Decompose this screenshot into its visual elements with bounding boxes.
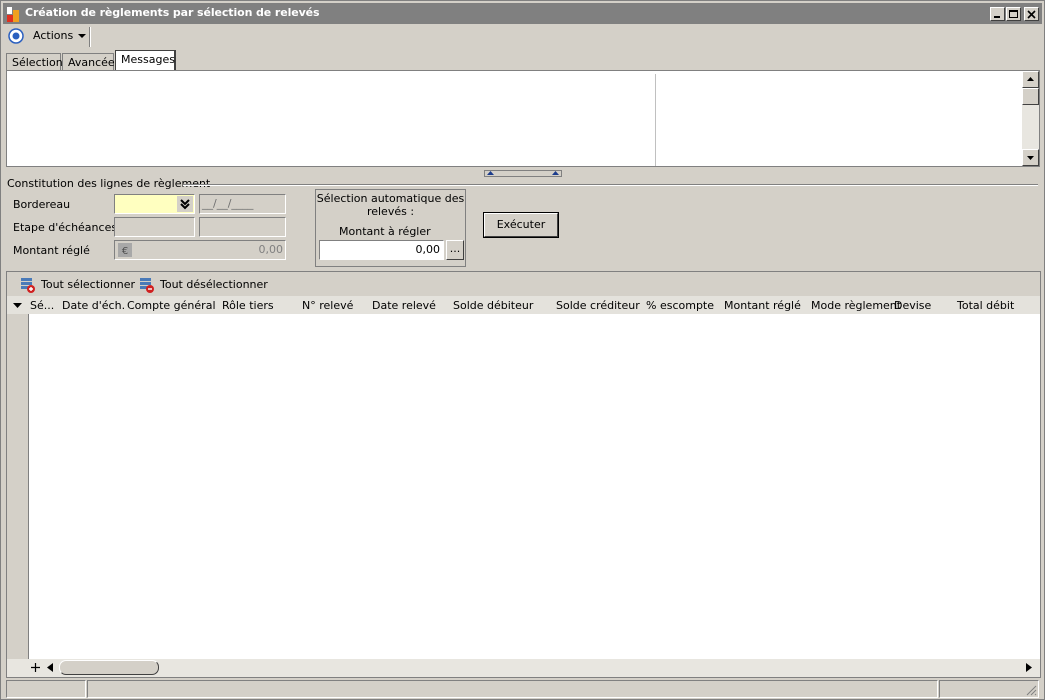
tab-messages-label: Messages	[121, 53, 175, 66]
montant-a-regler-label: Montant à régler	[339, 225, 431, 238]
browse-label: ...	[449, 242, 461, 255]
minimize-button[interactable]	[990, 7, 1005, 21]
col-devise[interactable]: Devise	[894, 299, 931, 312]
target-icon[interactable]	[8, 28, 24, 44]
actions-menu-button[interactable]: Actions	[33, 29, 86, 42]
col-date-echeance[interactable]: Date d'éch.	[62, 299, 125, 312]
tab-selection-label: Sélection	[12, 56, 63, 69]
releves-grid[interactable]: Tout sélectionner Tout désélectionner Sé…	[6, 271, 1041, 678]
etape-field-1[interactable]	[114, 217, 195, 237]
browse-button[interactable]: ...	[446, 240, 464, 260]
montant-regle-label: Montant réglé	[13, 244, 90, 257]
tab-avancee[interactable]: Avancée	[62, 53, 115, 71]
svg-text:€: €	[122, 246, 128, 257]
scroll-thumb[interactable]	[1022, 88, 1039, 105]
scroll-down-button[interactable]	[1022, 149, 1039, 166]
actions-label: Actions	[33, 29, 74, 42]
messages-panel[interactable]	[6, 70, 1040, 167]
window-title: Création de règlements par sélection de …	[25, 6, 320, 19]
title-bar: Création de règlements par sélection de …	[3, 3, 1042, 24]
auto-selection-group: Sélection automatique des relevés : Mont…	[315, 189, 466, 267]
messages-vertical-scrollbar[interactable]	[1022, 71, 1039, 166]
deselect-all-icon	[140, 278, 154, 293]
col-mode-reglement[interactable]: Mode règlement	[811, 299, 901, 312]
minimize-icon	[994, 16, 1000, 18]
bordereau-label: Bordereau	[13, 198, 71, 211]
col-selection[interactable]: Sé...	[30, 299, 54, 312]
col-date-releve[interactable]: Date relevé	[372, 299, 436, 312]
montant-regle-value: 0,00	[258, 243, 284, 256]
status-bar	[3, 679, 1042, 699]
bordereau-dropdown-button[interactable]	[177, 196, 193, 212]
close-icon	[1027, 10, 1036, 19]
horizontal-scroll-thumb[interactable]	[59, 660, 159, 675]
arrow-left-icon[interactable]	[47, 663, 53, 672]
group-separator	[183, 184, 1038, 186]
collapse-up-icon	[552, 171, 559, 175]
etape-field-2[interactable]	[199, 217, 286, 237]
close-button[interactable]	[1024, 7, 1039, 21]
arrow-right-icon[interactable]	[1026, 663, 1032, 672]
chevron-down-icon[interactable]	[13, 303, 22, 308]
euro-icon: €	[118, 243, 132, 257]
collapse-up-icon	[487, 171, 494, 175]
status-panel-3	[939, 680, 1039, 698]
execute-label: Exécuter	[496, 218, 546, 231]
col-compte-general[interactable]: Compte général	[127, 299, 216, 312]
montant-regle-field[interactable]: € 0,00	[114, 240, 286, 260]
auto-selection-title-2: relevés :	[366, 205, 415, 218]
tab-messages[interactable]: Messages	[115, 50, 176, 71]
col-escompte[interactable]: % escompte	[646, 299, 714, 312]
col-numero-releve[interactable]: N° relevé	[302, 299, 353, 312]
status-panel-1	[6, 680, 86, 698]
maximize-button[interactable]	[1006, 7, 1021, 21]
col-montant-regle[interactable]: Montant réglé	[724, 299, 801, 312]
grid-header: Sé... Date d'éch. Compte général Rôle ti…	[7, 296, 1040, 314]
toolbar: Actions	[3, 25, 1042, 49]
col-total-debit[interactable]: Total débit	[957, 299, 1014, 312]
grid-horizontal-scrollbar[interactable]	[7, 659, 1040, 677]
main-window: Création de règlements par sélection de …	[0, 0, 1045, 700]
maximize-icon	[1009, 10, 1018, 18]
execute-button[interactable]: Exécuter	[483, 212, 559, 238]
bordereau-select[interactable]	[114, 194, 195, 214]
arrow-up-icon	[1027, 77, 1034, 81]
grid-toolbar: Tout sélectionner Tout désélectionner	[7, 272, 1040, 296]
deselect-all-label: Tout désélectionner	[160, 278, 268, 291]
arrow-down-icon	[1027, 156, 1034, 160]
bordereau-date-text: __/__/____	[202, 197, 254, 210]
montant-a-regler-value: 0,00	[415, 243, 441, 256]
app-icon	[7, 7, 19, 22]
col-role-tiers[interactable]: Rôle tiers	[222, 299, 274, 312]
messages-divider	[655, 74, 656, 166]
etape-label: Etape d'échéances	[13, 221, 118, 234]
chevron-down-icon	[77, 33, 86, 38]
select-all-label: Tout sélectionner	[41, 278, 136, 291]
double-chevron-down-icon	[180, 199, 190, 210]
row-indicator-column	[7, 296, 29, 677]
auto-selection-title-1: Sélection automatique des	[316, 192, 465, 205]
col-solde-crediteur[interactable]: Solde créditeur	[556, 299, 640, 312]
plus-icon[interactable]	[31, 663, 40, 672]
toolbar-separator	[89, 27, 91, 47]
bordereau-date-field[interactable]: __/__/____	[199, 194, 286, 214]
scroll-up-button[interactable]	[1022, 71, 1039, 88]
montant-a-regler-input[interactable]: 0,00	[319, 240, 444, 260]
panel-splitter[interactable]	[484, 170, 562, 177]
status-panel-2	[87, 680, 938, 698]
resize-grip-icon[interactable]	[1025, 684, 1037, 696]
group-title: Constitution des lignes de règlement	[7, 177, 211, 190]
col-solde-debiteur[interactable]: Solde débiteur	[453, 299, 533, 312]
tab-selection[interactable]: Sélection	[6, 53, 63, 71]
select-all-icon	[21, 278, 35, 293]
tab-avancee-label: Avancée	[68, 56, 115, 69]
